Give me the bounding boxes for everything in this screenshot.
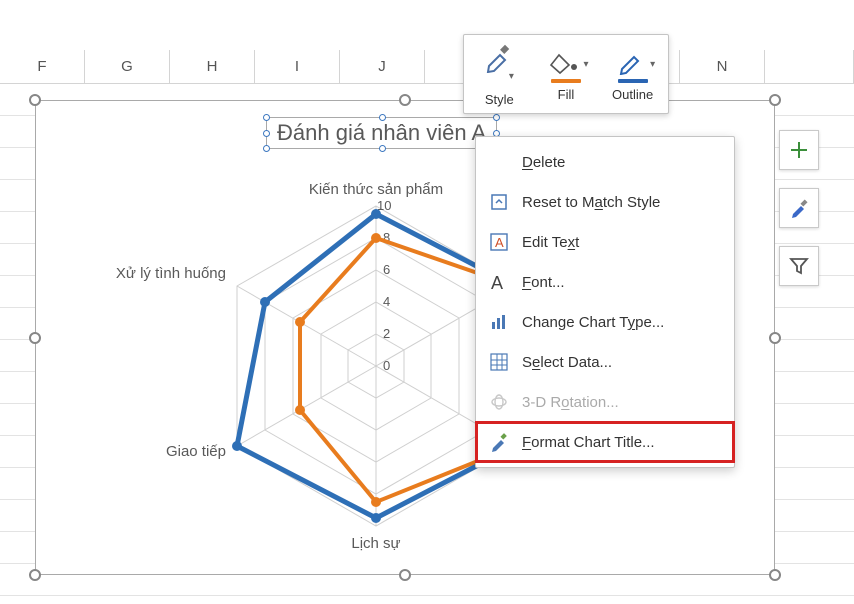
mini-format-toolbar: ▾ Style ▾ Fill ▾ Outline [463,34,669,114]
menu-3d-rotation: 3-D Rotation... [476,382,734,422]
menu-select-data[interactable]: Select Data... [476,342,734,382]
rotation-icon [488,391,510,413]
tick-label: 4 [383,294,390,309]
font-icon: A [488,271,510,293]
edit-text-icon: A [488,231,510,253]
tick-label: 0 [383,358,390,373]
menu-font[interactable]: A Font... [476,262,734,302]
resize-handle[interactable] [399,94,411,106]
funnel-icon [788,255,810,277]
chart-type-icon [488,311,510,333]
menu-reset-style[interactable]: Reset to Match Style [476,182,734,222]
axis-label: Xử lý tình huống [116,265,226,282]
title-resize-handle[interactable] [493,114,500,121]
axis-label: Giao tiếp [166,443,226,460]
column-header[interactable]: J [340,50,425,84]
resize-handle[interactable] [399,569,411,581]
resize-handle[interactable] [769,94,781,106]
column-header[interactable]: F [0,50,85,84]
column-header[interactable]: I [255,50,340,84]
title-resize-handle[interactable] [263,130,270,137]
pen-icon [616,49,650,75]
chart-elements-button[interactable] [779,130,819,170]
outline-swatch [618,79,648,83]
menu-format-chart-title[interactable]: Format Chart Title... [476,422,734,462]
resize-handle[interactable] [29,94,41,106]
chart-title[interactable]: Đánh giá nhân viên A [266,117,497,149]
paintbrush-icon [482,43,516,73]
plus-icon [788,139,810,161]
context-menu: Delete Reset to Match Style A Edit Text … [475,136,735,468]
resize-handle[interactable] [29,569,41,581]
menu-change-chart-type[interactable]: Change Chart Type... [476,302,734,342]
fill-dropdown[interactable]: ▾ Fill [535,40,597,110]
format-icon [488,431,510,453]
style-dropdown[interactable]: ▾ Style [468,40,530,110]
resize-handle[interactable] [769,569,781,581]
svg-text:A: A [491,273,503,292]
svg-text:A: A [495,235,504,250]
paintbrush-icon [788,197,810,219]
select-data-icon [488,351,510,373]
column-header-row: F G H I J K L M N [0,50,854,84]
chart-styles-button[interactable] [779,188,819,228]
chart-filter-button[interactable] [779,246,819,286]
fill-label: Fill [558,87,575,102]
reset-icon [488,191,510,213]
column-header[interactable] [765,50,854,84]
column-header[interactable]: G [85,50,170,84]
menu-delete[interactable]: Delete [476,142,734,182]
column-header[interactable]: N [680,50,765,84]
paint-bucket-icon [549,49,583,75]
chart-title-text: Đánh giá nhân viên A [277,120,486,145]
chart-quick-tools [779,130,819,286]
style-label: Style [485,92,514,107]
outline-label: Outline [612,87,653,102]
menu-edit-text[interactable]: A Edit Text [476,222,734,262]
axis-label: Kiến thức sản phẩm [309,181,443,198]
resize-handle[interactable] [769,332,781,344]
outline-dropdown[interactable]: ▾ Outline [602,40,664,110]
column-header[interactable]: H [170,50,255,84]
blank-icon [488,151,510,173]
title-resize-handle[interactable] [263,145,270,152]
title-resize-handle[interactable] [379,114,386,121]
title-resize-handle[interactable] [379,145,386,152]
tick-label: 2 [383,326,390,341]
title-resize-handle[interactable] [263,114,270,121]
tick-label: 6 [383,262,390,277]
axis-label: Lịch sự [351,535,400,552]
resize-handle[interactable] [29,332,41,344]
fill-swatch [551,79,581,83]
